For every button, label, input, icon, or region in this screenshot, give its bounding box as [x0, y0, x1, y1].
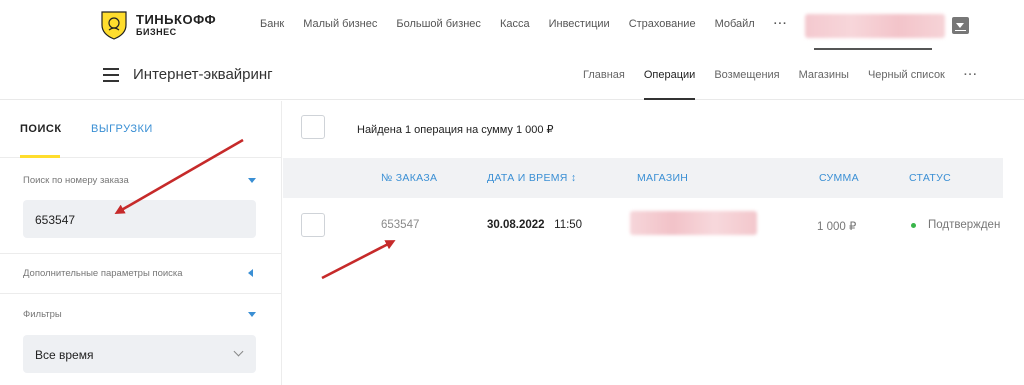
tab-main[interactable]: Главная: [583, 69, 625, 81]
extra-params-section: Дополнительные параметры поиска: [0, 254, 282, 294]
order-search-label[interactable]: Поиск по номеру заказа: [23, 175, 129, 186]
search-tabs: ПОИСК ВЫГРУЗКИ: [0, 101, 282, 158]
filters-collapse-icon[interactable]: [248, 312, 256, 317]
topnav-item-investments[interactable]: Инвестиции: [549, 18, 610, 30]
order-number-input[interactable]: 653547: [23, 200, 256, 238]
right-edge: [1003, 101, 1024, 385]
status-green-dot-icon: [911, 223, 916, 228]
tab-refunds[interactable]: Возмещения: [714, 69, 779, 81]
row-time: 11:50: [554, 219, 583, 231]
chevron-down-icon: [233, 346, 244, 357]
tab-exports[interactable]: ВЫГРУЗКИ: [91, 123, 153, 135]
menu-icon[interactable]: [103, 68, 119, 82]
section-more-icon[interactable]: ···: [964, 69, 978, 81]
brand-name: ТИНЬКОФФ: [136, 12, 217, 27]
collapse-icon[interactable]: [248, 178, 256, 183]
page-title: Интернет-эквайринг: [133, 66, 273, 83]
top-navigation-bar: ТИНЬКОФФ БИЗНЕС Банк Малый бизнес Большо…: [0, 0, 1024, 50]
column-sum[interactable]: СУММА: [819, 172, 859, 184]
search-panel: ПОИСК ВЫГРУЗКИ Поиск по номеру заказа 65…: [0, 101, 282, 385]
shield-logo-icon: [101, 11, 127, 40]
period-select[interactable]: Все время: [23, 335, 256, 373]
topnav-item-small-business[interactable]: Малый бизнес: [303, 18, 377, 30]
column-shop[interactable]: МАГАЗИН: [637, 172, 688, 184]
order-search-section: Поиск по номеру заказа 653547: [0, 158, 282, 254]
row-checkbox[interactable]: [301, 213, 325, 237]
tab-shops[interactable]: Магазины: [799, 69, 849, 81]
topnav-more-icon[interactable]: ···: [774, 18, 788, 30]
top-nav: Банк Малый бизнес Большой бизнес Касса И…: [260, 18, 807, 30]
filters-section: Фильтры Все время: [0, 294, 282, 385]
row-status: Подтвержден: [928, 219, 1001, 231]
topnav-item-mobile[interactable]: Мобайл: [715, 18, 755, 30]
expand-icon[interactable]: [248, 269, 253, 277]
tinkoff-logo[interactable]: ТИНЬКОФФ БИЗНЕС: [100, 10, 230, 42]
extra-params-label[interactable]: Дополнительные параметры поиска: [23, 268, 183, 279]
filters-label[interactable]: Фильтры: [23, 309, 62, 320]
topnav-item-kassa[interactable]: Касса: [500, 18, 530, 30]
row-order-number[interactable]: 653547: [381, 219, 419, 231]
column-date-time[interactable]: ДАТА И ВРЕМЯ ↕: [487, 172, 576, 184]
download-dropdown-icon[interactable]: [952, 17, 969, 34]
topnav-item-big-business[interactable]: Большой бизнес: [396, 18, 481, 30]
section-nav: Главная Операции Возмещения Магазины Чер…: [583, 69, 997, 100]
column-status[interactable]: СТАТУС: [909, 172, 951, 184]
blurred-account-name[interactable]: [805, 14, 945, 38]
row-date: 30.08.2022: [487, 219, 545, 231]
period-select-value: Все время: [35, 348, 94, 362]
row-sum: 1 000 ₽: [817, 221, 857, 233]
tab-operations[interactable]: Операции: [643, 69, 696, 100]
found-summary-text: Найдена 1 операция на сумму 1 000 ₽: [357, 124, 554, 136]
topnav-item-bank[interactable]: Банк: [260, 18, 284, 30]
column-order-number[interactable]: № ЗАКАЗА: [381, 172, 437, 184]
topnav-item-insurance[interactable]: Страхование: [629, 18, 696, 30]
tab-search[interactable]: ПОИСК: [20, 123, 62, 135]
select-all-checkbox[interactable]: [301, 115, 325, 139]
section-header-bar: Интернет-эквайринг Главная Операции Возм…: [0, 50, 1024, 100]
brand-sub: БИЗНЕС: [136, 27, 177, 37]
row-date-time: 30.08.2022 11:50: [487, 219, 582, 231]
tab-blacklist[interactable]: Черный список: [868, 69, 945, 81]
row-shop-blurred: [630, 211, 757, 235]
